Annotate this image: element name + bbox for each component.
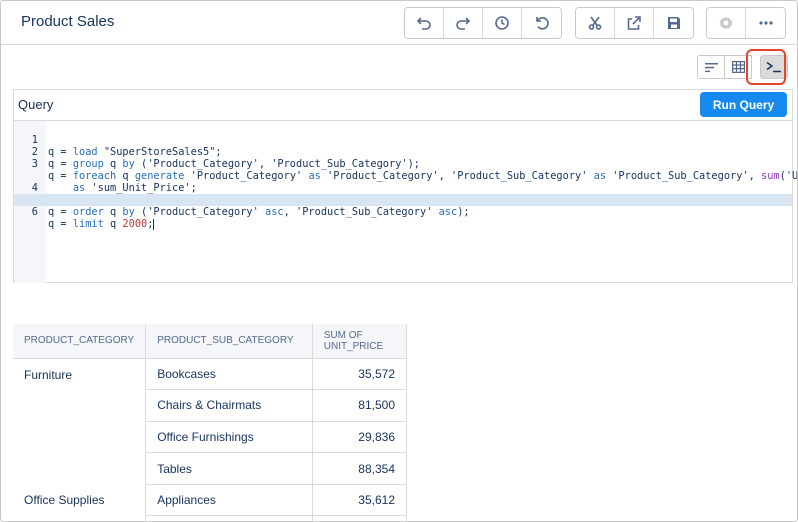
page-title: Product Sales xyxy=(21,13,115,30)
query-label: Query xyxy=(18,97,54,112)
value-cell: 35,612 xyxy=(312,484,408,517)
column-header[interactable]: PRODUCT_SUB_CATEGORY xyxy=(145,324,313,359)
share-icon xyxy=(627,16,641,30)
more-button[interactable] xyxy=(746,8,785,38)
sort-lines-icon xyxy=(704,62,718,72)
text-cursor xyxy=(153,218,155,230)
table-row: Furniture Bookcases 35,572 xyxy=(13,358,408,485)
column-header[interactable]: SUM OF UNIT_PRICE xyxy=(312,324,408,359)
revert-icon xyxy=(535,17,549,30)
redo-icon xyxy=(456,17,471,30)
query-editor[interactable]: 1 q = load "SuperStoreSales5"; 2 q = gro… xyxy=(14,120,797,283)
undo-icon xyxy=(416,17,431,30)
table-header-row: PRODUCT_CATEGORY PRODUCT_SUB_CATEGORY SU… xyxy=(13,324,408,359)
query-panel: Query Run Query 1 q = load "SuperStoreSa… xyxy=(13,89,797,283)
app-frame: Product Sales Query Run Query 1 q = load… xyxy=(0,0,798,522)
value-cell xyxy=(312,515,408,521)
share-button[interactable] xyxy=(615,8,654,38)
chart-view-button[interactable] xyxy=(697,55,725,79)
category-cell: Furniture xyxy=(13,358,147,485)
results-table: PRODUCT_CATEGORY PRODUCT_SUB_CATEGORY SU… xyxy=(13,324,408,521)
history-button[interactable] xyxy=(483,8,522,38)
value-cell: 35,572 xyxy=(312,358,408,391)
code-line: 3 q = foreach q generate 'Product_Catego… xyxy=(14,146,797,182)
code-line: 5 q = order q by ('Product_Category' asc… xyxy=(14,182,792,218)
code-line: 2 q = group q by ('Product_Category', 'P… xyxy=(14,134,792,170)
sub-category-cell: Appliances xyxy=(145,484,313,517)
options-toolbar xyxy=(706,7,786,39)
column-header[interactable]: PRODUCT_CATEGORY xyxy=(13,324,147,359)
highlight-ring xyxy=(746,49,786,85)
code-line-active: 6 q = limit q 2000; xyxy=(14,194,792,230)
settings-button[interactable] xyxy=(707,8,746,38)
cut-icon xyxy=(588,16,602,30)
sub-category-cell xyxy=(145,515,313,521)
run-query-button[interactable]: Run Query xyxy=(700,92,787,117)
table-grid-icon xyxy=(731,61,745,73)
undo-button[interactable] xyxy=(405,8,444,38)
history-toolbar xyxy=(404,7,562,39)
category-cell: Office Supplies xyxy=(13,484,147,521)
table-row: Office Supplies Appliances 35,612 xyxy=(13,484,408,521)
more-icon xyxy=(758,21,773,25)
sub-category-cell: Chairs & Chairmats xyxy=(145,389,313,422)
sub-category-cell: Bookcases xyxy=(145,358,313,391)
revert-button[interactable] xyxy=(522,8,561,38)
history-icon xyxy=(495,16,509,30)
save-icon xyxy=(667,17,680,29)
cut-button[interactable] xyxy=(576,8,615,38)
code-text: q = order q by ('Product_Category' asc, … xyxy=(48,206,470,218)
code-line: 1 q = load "SuperStoreSales5"; xyxy=(14,122,792,158)
settings-icon xyxy=(719,16,733,30)
line-number: 6 xyxy=(31,206,38,218)
edit-toolbar xyxy=(575,7,694,39)
value-cell: 88,354 xyxy=(312,452,408,485)
code-text: q = limit q 2000; xyxy=(48,218,155,230)
redo-button[interactable] xyxy=(444,8,483,38)
save-button[interactable] xyxy=(654,8,693,38)
value-cell: 81,500 xyxy=(312,389,408,422)
sub-category-cell: Tables xyxy=(145,452,313,485)
value-cell: 29,836 xyxy=(312,421,408,454)
sub-category-cell: Office Furnishings xyxy=(145,421,313,454)
code-line: as 'sum_Unit_Price'; xyxy=(14,158,792,194)
code-line: 4 q = filter q by ('sum_Unit_Price' >= 1… xyxy=(14,170,792,206)
header: Product Sales xyxy=(1,1,797,45)
